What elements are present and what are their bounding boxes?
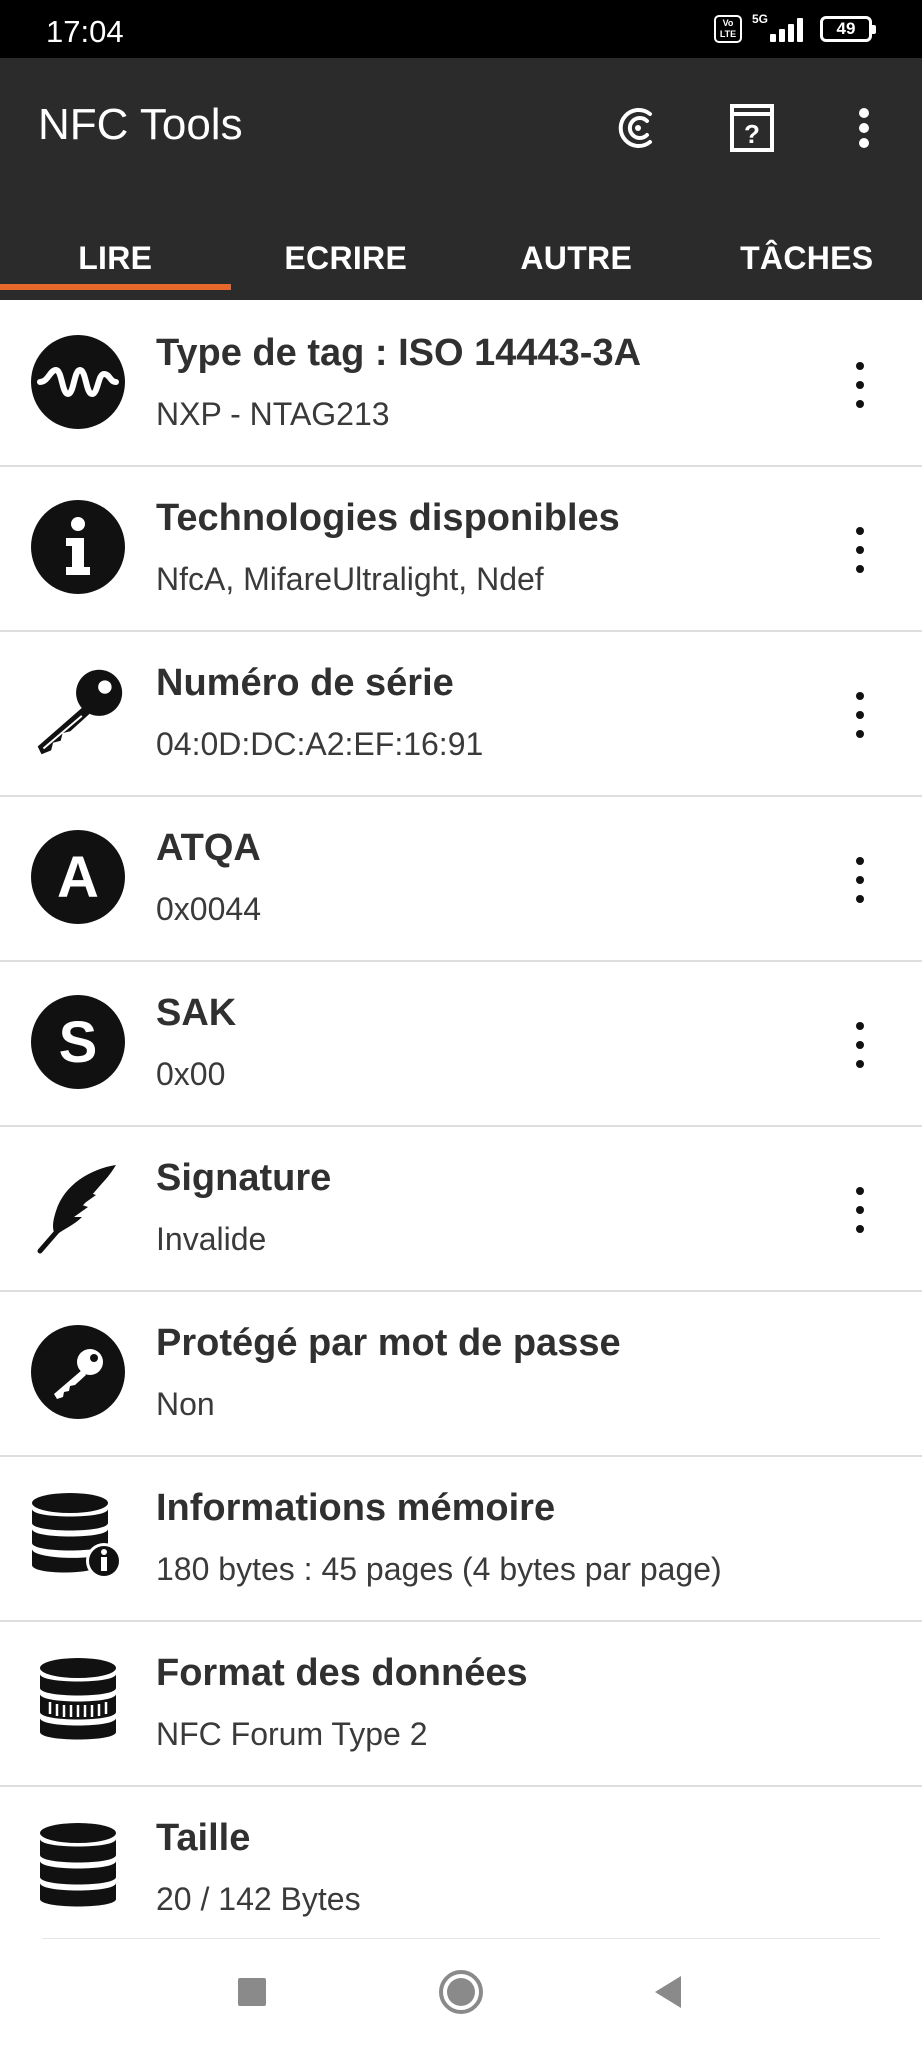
info-icon [30,499,126,595]
row-value: Invalide [156,1221,267,1257]
list-item-serial-number[interactable]: Numéro de série 04:0D:DC:A2:EF:16:91 [0,632,922,797]
row-more-icon[interactable] [850,527,870,573]
row-more-icon[interactable] [850,362,870,408]
back-button[interactable] [638,1962,698,2022]
row-title: ATQA [156,827,261,869]
row-title: Protégé par mot de passe [156,1322,621,1364]
square-icon [238,1978,266,2006]
row-value: 0x0044 [156,891,261,927]
tab-label: TÂCHES [740,239,874,276]
network-type: 5G [752,12,769,26]
tab-autre[interactable]: AUTRE [461,216,692,300]
svg-text:S: S [59,1010,98,1075]
key-circle-icon [30,1324,126,1420]
row-value: 0x00 [156,1056,226,1092]
home-button[interactable] [431,1962,491,2022]
row-value: 180 bytes : 45 pages (4 bytes par page) [156,1551,722,1587]
tab-label: LIRE [78,239,153,276]
row-more-icon[interactable] [850,1022,870,1068]
row-title: Signature [156,1157,332,1199]
tag-info-list: Type de tag : ISO 14443-3A NXP - NTAG213… [0,302,922,1952]
tab-bar: LIRE ECRIRE AUTRE TÂCHES [0,216,922,300]
database-info-icon [30,1489,126,1585]
row-title: Format des données [156,1652,528,1694]
list-item-sak[interactable]: S SAK 0x00 [0,962,922,1127]
list-item-signature[interactable]: Signature Invalide [0,1127,922,1292]
row-value: 04:0D:DC:A2:EF:16:91 [156,726,484,762]
letter-s-icon: S [30,994,126,1090]
tab-ecrire[interactable]: ECRIRE [231,216,462,300]
battery-icon: 49 [820,16,876,42]
row-title: Type de tag : ISO 14443-3A [156,332,642,374]
status-bar: 17:04 Vo LTE 5G 49 [0,0,922,58]
list-item-tag-type[interactable]: Type de tag : ISO 14443-3A NXP - NTAG213 [0,302,922,467]
row-title: Technologies disponibles [156,497,620,539]
nav-divider [42,1938,880,1939]
status-indicators: Vo LTE 5G 49 [714,12,876,46]
battery-level: 49 [836,19,856,38]
volte-icon: Vo LTE [714,15,742,43]
tab-lire[interactable]: LIRE [0,216,231,300]
list-item-password-protected[interactable]: Protégé par mot de passe Non [0,1292,922,1457]
row-title: Numéro de série [156,662,454,704]
letter-a-icon: A [30,829,126,925]
database-striped-icon [30,1654,126,1750]
row-value: NXP - NTAG213 [156,396,390,432]
signal-icon: 5G [752,12,810,44]
row-value: NFC Forum Type 2 [156,1716,428,1752]
list-item-memory-info[interactable]: Informations mémoire 180 bytes : 45 page… [0,1457,922,1622]
svg-text:?: ? [744,119,760,149]
more-vert-icon[interactable] [834,98,894,158]
history-icon[interactable] [608,98,668,158]
row-more-icon[interactable] [850,857,870,903]
recents-button[interactable] [222,1962,282,2022]
wave-icon [30,334,126,430]
tab-label: AUTRE [520,239,633,276]
circle-icon [439,1970,483,2014]
row-title: SAK [156,992,237,1034]
row-value: Non [156,1386,215,1422]
help-book-icon[interactable]: ? [722,98,782,158]
row-more-icon[interactable] [850,692,870,738]
list-item-size[interactable]: Taille 20 / 142 Bytes [0,1787,922,1952]
list-item-atqa[interactable]: A ATQA 0x0044 [0,797,922,962]
row-title: Taille [156,1817,251,1859]
tab-label: ECRIRE [284,239,408,276]
database-icon [30,1819,126,1915]
svg-text:A: A [57,845,99,910]
app-title: NFC Tools [38,100,243,149]
row-value: 20 / 142 Bytes [156,1881,361,1917]
active-tab-indicator [0,284,231,290]
list-item-data-format[interactable]: Format des données NFC Forum Type 2 [0,1622,922,1787]
key-icon [30,664,126,760]
row-title: Informations mémoire [156,1487,556,1529]
row-more-icon[interactable] [850,1187,870,1233]
row-value: NfcA, MifareUltralight, Ndef [156,561,544,597]
tab-taches[interactable]: TÂCHES [692,216,922,300]
triangle-back-icon [655,1976,681,2008]
list-item-technologies[interactable]: Technologies disponibles NfcA, MifareUlt… [0,467,922,632]
feather-icon [30,1159,126,1255]
app-bar: NFC Tools ? LIRE ECRIRE AUTRE TÂCHES [0,58,922,300]
status-time: 17:04 [46,14,124,49]
system-nav-bar [0,1938,922,2048]
